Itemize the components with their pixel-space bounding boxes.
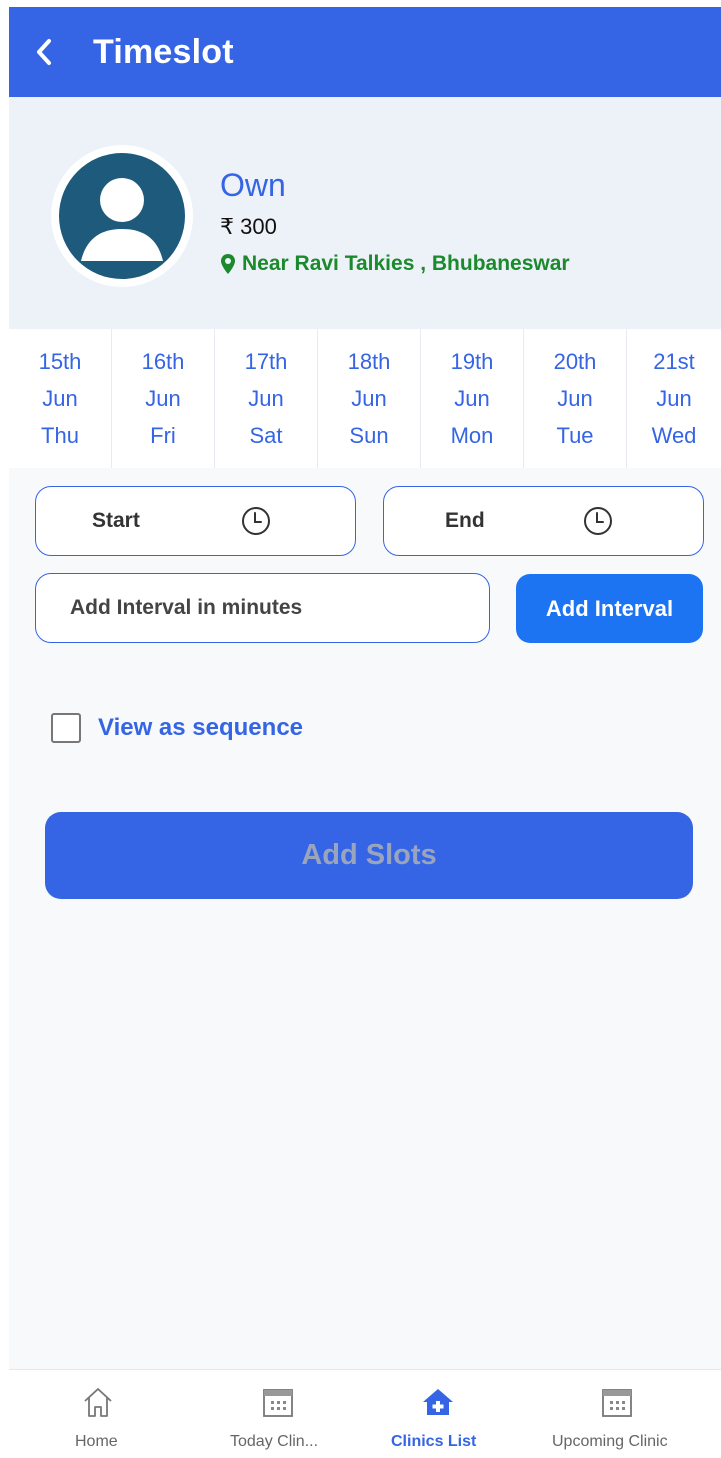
date-day: 18th bbox=[347, 349, 391, 374]
date-month: Jun bbox=[557, 386, 593, 411]
date-weekday: Wed bbox=[651, 423, 697, 448]
sequence-checkbox[interactable] bbox=[51, 713, 81, 743]
avatar bbox=[59, 153, 185, 279]
bottom-navigation: Home Today Clin... Clinics List Upcoming… bbox=[9, 1369, 721, 1458]
date-day: 20th bbox=[553, 349, 597, 374]
location-pin-icon bbox=[221, 254, 235, 274]
date-weekday: Thu bbox=[41, 423, 79, 448]
date-month: Jun bbox=[351, 386, 387, 411]
date-day: 19th bbox=[450, 349, 494, 374]
app-bar: Timeslot bbox=[9, 7, 721, 97]
date-item[interactable]: 20th Jun Tue bbox=[524, 329, 627, 468]
date-day: 21st bbox=[653, 349, 695, 374]
date-month: Jun bbox=[454, 386, 490, 411]
date-strip: 15th Jun Thu 16th Jun Fri 17th Jun Sat 1… bbox=[9, 329, 721, 468]
date-weekday: Sat bbox=[249, 423, 283, 448]
date-month: Jun bbox=[145, 386, 181, 411]
date-weekday: Sun bbox=[349, 423, 389, 448]
date-day: 15th bbox=[38, 349, 82, 374]
date-item[interactable]: 18th Jun Sun bbox=[318, 329, 421, 468]
end-time-field[interactable]: End bbox=[383, 486, 704, 556]
date-month: Jun bbox=[248, 386, 284, 411]
end-time-label: End bbox=[445, 509, 485, 532]
add-interval-button[interactable]: Add Interval bbox=[516, 574, 703, 643]
nav-label-today-clinic: Today Clin... bbox=[230, 1433, 319, 1450]
date-day: 17th bbox=[244, 349, 288, 374]
nav-item-clinics-list[interactable]: Clinics List bbox=[365, 1370, 543, 1458]
clinic-name: Own bbox=[220, 167, 286, 203]
clinic-profile: Own ₹ 300 Near Ravi Talkies , Bhubaneswa… bbox=[9, 97, 721, 329]
back-arrow-icon bbox=[37, 39, 51, 65]
nav-item-upcoming-clinic[interactable]: Upcoming Clinic bbox=[543, 1370, 721, 1458]
start-time-label: Start bbox=[92, 509, 140, 532]
date-day: 16th bbox=[141, 349, 185, 374]
date-month: Jun bbox=[656, 386, 692, 411]
screen: Timeslot Own ₹ 300 Near Ravi Talkies , B… bbox=[9, 7, 721, 1458]
sequence-label: View as sequence bbox=[98, 714, 304, 741]
date-weekday: Fri bbox=[150, 423, 176, 448]
date-weekday: Mon bbox=[450, 423, 494, 448]
calendar-icon bbox=[602, 1389, 632, 1417]
nav-label-upcoming-clinic: Upcoming Clinic bbox=[552, 1433, 668, 1450]
nav-label-home: Home bbox=[75, 1433, 118, 1450]
back-button[interactable] bbox=[9, 7, 79, 97]
avatar-frame bbox=[51, 145, 193, 287]
clinic-home-icon bbox=[423, 1389, 453, 1415]
clock-icon bbox=[242, 507, 270, 535]
nav-item-today-clinic[interactable]: Today Clin... bbox=[187, 1370, 365, 1458]
consultation-fee: ₹ 300 bbox=[220, 214, 277, 239]
date-item[interactable]: 15th Jun Thu bbox=[9, 329, 112, 468]
interval-input[interactable] bbox=[35, 573, 490, 643]
date-item[interactable]: 19th Jun Mon bbox=[421, 329, 524, 468]
page-title: Timeslot bbox=[93, 32, 234, 71]
clock-icon bbox=[584, 507, 612, 535]
user-icon bbox=[81, 178, 163, 261]
start-time-field[interactable]: Start bbox=[35, 486, 356, 556]
date-item[interactable]: 16th Jun Fri bbox=[112, 329, 215, 468]
date-month: Jun bbox=[42, 386, 78, 411]
nav-label-clinics-list: Clinics List bbox=[391, 1433, 477, 1450]
date-item[interactable]: 21st Jun Wed bbox=[627, 329, 721, 468]
clinic-location: Near Ravi Talkies , Bhubaneswar bbox=[220, 252, 570, 276]
add-slots-button[interactable]: Add Slots bbox=[45, 812, 693, 899]
location-text: Near Ravi Talkies , Bhubaneswar bbox=[242, 252, 570, 275]
date-item[interactable]: 17th Jun Sat bbox=[215, 329, 318, 468]
calendar-icon bbox=[263, 1389, 293, 1417]
home-icon bbox=[84, 1388, 112, 1417]
nav-item-home[interactable]: Home bbox=[9, 1370, 187, 1458]
view-as-sequence-option[interactable]: View as sequence bbox=[51, 713, 303, 743]
date-weekday: Tue bbox=[556, 423, 594, 448]
